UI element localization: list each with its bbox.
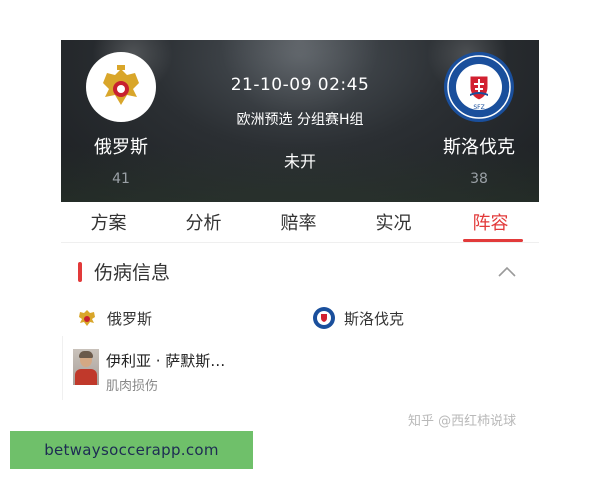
injured-player-item[interactable]: 伊利亚 · 萨默斯… 肌肉损伤 (73, 347, 303, 395)
watermark: 知乎 @西红柿说球 (408, 414, 517, 429)
tab-plan[interactable]: 方案 (61, 202, 156, 242)
player-injury-type: 肌肉损伤 (106, 379, 159, 394)
home-team-crest[interactable] (86, 52, 156, 122)
ad-banner-text: betwaysoccerapp.com (44, 441, 219, 459)
match-competition: 欧洲预选 分组赛H组 (236, 112, 364, 128)
active-tab-indicator (463, 239, 523, 242)
collapse-button[interactable] (495, 260, 519, 284)
injury-section-title: 伤病信息 (94, 262, 171, 284)
match-datetime: 21-10-09 02:45 (230, 75, 370, 95)
tab-analysis[interactable]: 分析 (156, 202, 251, 242)
slovakia-sfz-crest-icon: SFZ (447, 55, 511, 119)
away-team-injury-header: 斯洛伐克 (313, 305, 404, 331)
ad-banner[interactable]: betwaysoccerapp.com (10, 431, 253, 469)
away-team-crest[interactable]: SFZ (444, 52, 514, 122)
player-avatar (73, 349, 99, 385)
tab-live[interactable]: 实况 (346, 202, 441, 242)
home-team-label: 俄罗斯 (107, 309, 153, 328)
away-team-name[interactable]: 斯洛伐克 (419, 133, 539, 159)
tab-lineup[interactable]: 阵容 (443, 202, 538, 242)
home-team-injury-header: 俄罗斯 (76, 305, 152, 331)
player-name: 伊利亚 · 萨默斯… (106, 352, 226, 370)
tab-odds[interactable]: 赔率 (251, 202, 346, 242)
match-header: SFZ 俄罗斯 斯洛伐克 41 38 21-10-09 02:45 欧洲预选 分… (61, 40, 539, 202)
away-team-rank: 38 (470, 171, 488, 187)
home-team-name[interactable]: 俄罗斯 (61, 133, 181, 159)
tab-bar: 方案 分析 赔率 实况 阵容 (61, 202, 539, 243)
section-accent-bar (78, 262, 82, 282)
slovakia-mini-crest-icon (313, 307, 335, 329)
russia-eagle-crest-icon (103, 65, 139, 105)
injury-section-header: 伤病信息 (78, 258, 533, 286)
away-team-label: 斯洛伐克 (344, 309, 405, 328)
russia-mini-crest-icon (76, 307, 98, 329)
chevron-up-icon (498, 266, 516, 277)
list-divider (62, 336, 63, 400)
svg-text:SFZ: SFZ (473, 104, 484, 111)
home-team-rank: 41 (112, 171, 130, 187)
match-status: 未开 (283, 152, 316, 171)
